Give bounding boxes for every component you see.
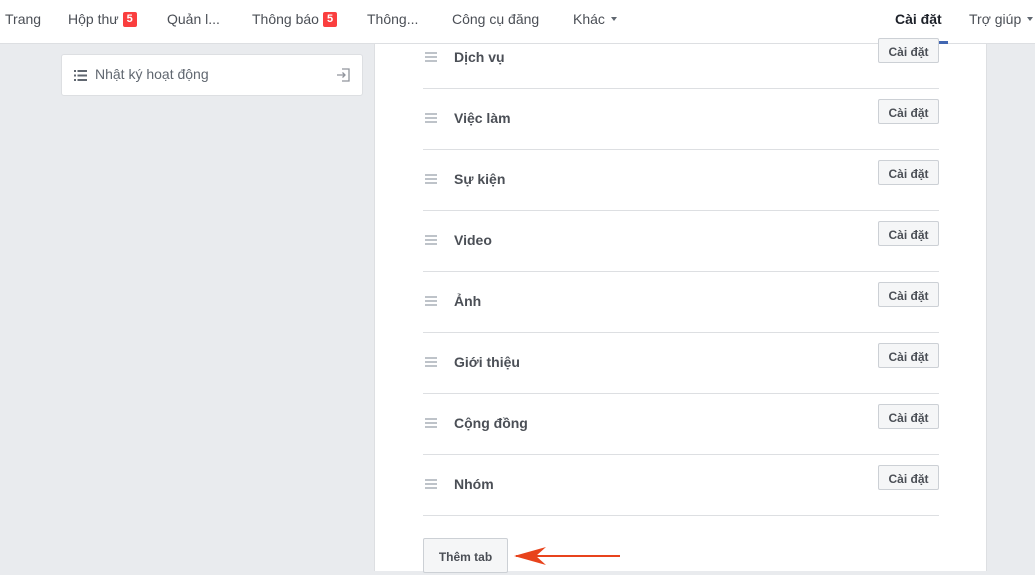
tab-row: Video Cài đặt [423, 210, 939, 272]
nav-item-label: Thông... [367, 11, 419, 27]
tab-settings-button[interactable]: Cài đặt [878, 465, 939, 490]
tab-name: Việc làm [454, 110, 511, 126]
drag-handle-icon[interactable] [425, 51, 437, 63]
nav-item-label: Thông báo [252, 11, 319, 27]
tab-row: Nhóm Cài đặt [423, 454, 939, 516]
drag-handle-icon[interactable] [425, 112, 437, 124]
tab-name: Giới thiệu [454, 354, 520, 370]
tab-settings-button[interactable]: Cài đặt [878, 404, 939, 429]
nav-item-insights[interactable]: Thông... [367, 0, 418, 43]
drag-handle-icon[interactable] [425, 356, 437, 368]
tab-settings-button[interactable]: Cài đặt [878, 343, 939, 368]
tab-settings-button[interactable]: Cài đặt [878, 282, 939, 307]
notification-badge: 5 [122, 12, 137, 27]
tab-name: Video [454, 232, 492, 248]
nav-item-manage[interactable]: Quản l... [167, 0, 220, 43]
nav-item-inbox[interactable]: Hộp thư 5 [68, 0, 137, 43]
tab-row: Cộng đồng Cài đặt [423, 393, 939, 455]
tab-row: Việc làm Cài đặt [423, 88, 939, 150]
drag-handle-icon[interactable] [425, 478, 437, 490]
nav-item-label: Công cụ đăng [452, 11, 540, 27]
tab-settings-button[interactable]: Cài đặt [878, 38, 939, 63]
activity-log-link[interactable]: Nhật ký hoạt động [61, 54, 363, 96]
tab-row: Sự kiện Cài đặt [423, 149, 939, 211]
tab-row: Dịch vụ Cài đặt [423, 27, 939, 89]
tab-settings-button[interactable]: Cài đặt [878, 221, 939, 246]
list-icon [74, 70, 87, 81]
caret-down-icon [1027, 17, 1034, 21]
add-tab-button[interactable]: Thêm tab [423, 538, 508, 573]
activity-log-label: Nhật ký hoạt động [95, 66, 209, 82]
nav-item-label: Quản l... [167, 11, 220, 27]
nav-item-help[interactable]: Trợ giúp [969, 0, 1034, 43]
tab-settings-button[interactable]: Cài đặt [878, 160, 939, 185]
nav-item-notifications[interactable]: Thông báo 5 [252, 0, 338, 43]
nav-item-label: Trợ giúp [969, 11, 1022, 27]
tab-name: Dịch vụ [454, 49, 505, 65]
nav-item-label: Khác [573, 11, 605, 27]
tabs-settings-panel: Dịch vụ Cài đặt Việc làm Cài đặt Sự kiện… [374, 38, 987, 573]
nav-item-label: Trang [5, 11, 42, 27]
nav-item-label: Cài đặt [895, 11, 942, 27]
nav-item-trang[interactable]: Trang [5, 0, 41, 43]
exit-icon [337, 68, 350, 82]
tab-row: Giới thiệu Cài đặt [423, 332, 939, 394]
notification-badge: 5 [322, 12, 338, 27]
drag-handle-icon[interactable] [425, 417, 437, 429]
tab-name: Ảnh [454, 293, 482, 309]
drag-handle-icon[interactable] [425, 295, 437, 307]
tab-row: Ảnh Cài đặt [423, 271, 939, 333]
nav-item-label: Hộp thư [68, 11, 119, 27]
tab-settings-button[interactable]: Cài đặt [878, 99, 939, 124]
drag-handle-icon[interactable] [425, 173, 437, 185]
drag-handle-icon[interactable] [425, 234, 437, 246]
arrow-left-icon [514, 547, 620, 565]
tab-name: Nhóm [454, 476, 494, 492]
caret-down-icon [610, 17, 617, 21]
tab-name: Sự kiện [454, 171, 506, 187]
tab-name: Cộng đồng [454, 415, 528, 431]
